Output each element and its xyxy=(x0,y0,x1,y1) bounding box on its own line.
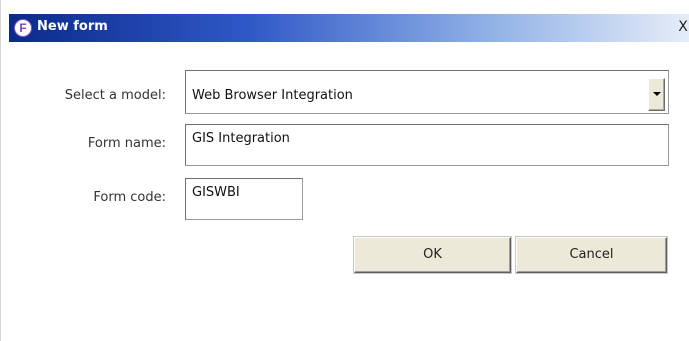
form-name-input[interactable]: GIS Integration xyxy=(185,124,669,166)
form-code-label: Form code: xyxy=(93,190,166,205)
model-select[interactable]: Web Browser Integration xyxy=(185,70,669,114)
form-code-input[interactable]: GISWBI xyxy=(185,178,303,220)
model-select-value: Web Browser Integration xyxy=(192,88,353,103)
window-title: New form xyxy=(37,19,108,34)
form-app-icon: F xyxy=(14,19,32,37)
model-label: Select a model: xyxy=(64,88,166,103)
title-bar[interactable]: F New form X xyxy=(9,14,689,42)
model-dropdown-button[interactable] xyxy=(648,78,665,111)
new-form-dialog: F New form X Select a model: Web Browser… xyxy=(0,0,689,341)
form-name-label: Form name: xyxy=(87,136,166,151)
chevron-down-icon xyxy=(653,92,661,96)
ok-button[interactable]: OK xyxy=(354,237,511,273)
cancel-button[interactable]: Cancel xyxy=(516,237,667,273)
close-icon[interactable]: X xyxy=(676,18,689,36)
